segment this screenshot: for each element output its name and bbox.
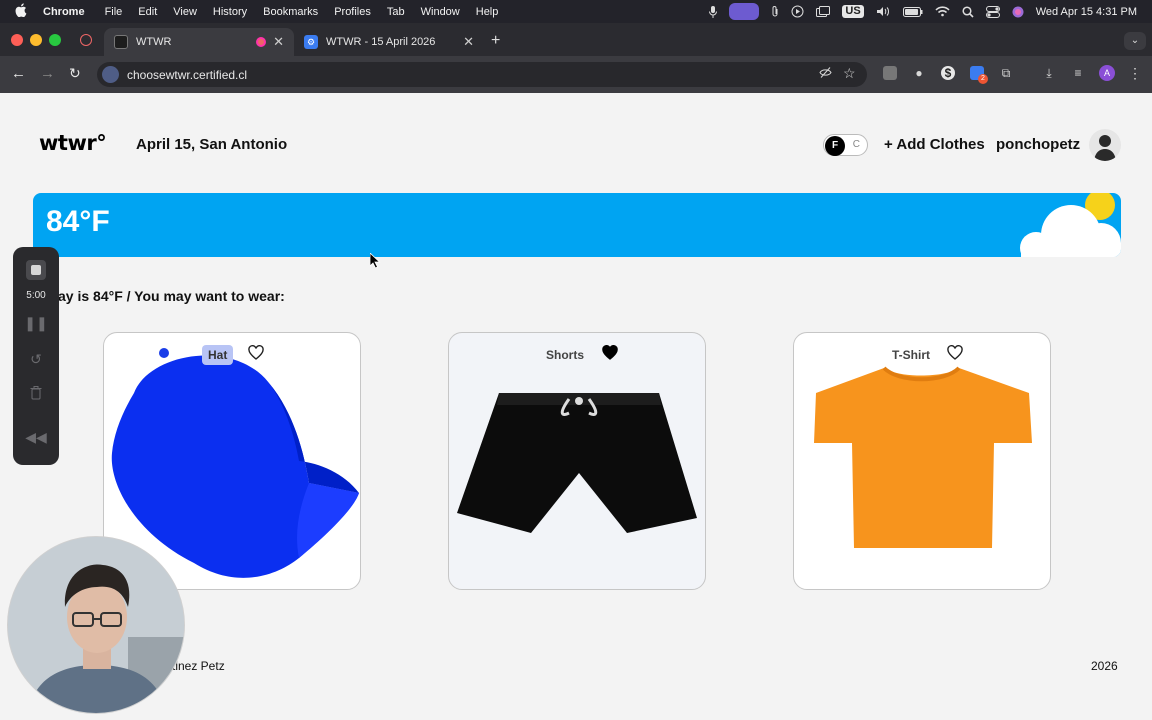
- window-zoom-button[interactable]: [49, 34, 61, 46]
- paperclip-icon[interactable]: [771, 5, 779, 18]
- macos-menubar: Chrome File Edit View History Bookmarks …: [0, 0, 1152, 23]
- download-icon[interactable]: ⤓: [1042, 66, 1056, 80]
- trash-icon[interactable]: [13, 386, 59, 403]
- back-icon[interactable]: ←: [11, 65, 26, 82]
- site-info-icon[interactable]: [102, 66, 119, 83]
- restart-icon[interactable]: ↺: [13, 351, 59, 368]
- like-heart-icon[interactable]: [248, 345, 264, 361]
- app-menu-chrome[interactable]: Chrome: [43, 6, 85, 18]
- tab-wtwr[interactable]: WTWR ✕: [104, 28, 294, 56]
- liked-heart-icon[interactable]: [602, 345, 618, 361]
- menu-tab[interactable]: Tab: [387, 6, 405, 18]
- siri-icon[interactable]: [1012, 6, 1024, 18]
- puzzle-extensions-icon[interactable]: ⧉: [999, 66, 1013, 80]
- shorts-image: [457, 393, 697, 533]
- tab-wtwr-date[interactable]: ⚙ WTWR - 15 April 2026 ✕: [294, 28, 484, 56]
- apple-menu-icon[interactable]: [15, 3, 29, 20]
- recording-timer: 5:00: [26, 290, 46, 301]
- menu-history[interactable]: History: [213, 6, 247, 18]
- tab-search-chevron-icon[interactable]: ⌄: [1124, 32, 1146, 50]
- weather-temperature: 84°F: [46, 205, 110, 238]
- presenter-webcam-feed: [8, 537, 184, 713]
- tab-title: WTWR: [136, 36, 172, 48]
- bookmark-star-icon[interactable]: ☆: [843, 65, 856, 82]
- eye-slash-icon[interactable]: [819, 66, 832, 82]
- clothing-suggestion-heading: ay is 84°F / You may want to wear:: [58, 288, 285, 304]
- recording-dot-icon: [256, 37, 266, 47]
- volume-icon[interactable]: [876, 6, 891, 17]
- menu-file[interactable]: File: [105, 6, 123, 18]
- menu-help[interactable]: Help: [476, 6, 499, 18]
- menubar-clock[interactable]: Wed Apr 15 4:31 PM: [1036, 6, 1137, 18]
- screen-recording-icon[interactable]: [729, 3, 760, 20]
- menu-window[interactable]: Window: [421, 6, 460, 18]
- like-heart-icon[interactable]: [947, 345, 963, 361]
- tshirt-image: [814, 366, 1032, 548]
- user-avatar[interactable]: [1089, 129, 1121, 161]
- screen-recorder-widget: 5:00 ❚❚ ↺ ◀◀: [13, 247, 59, 465]
- menu-bookmarks[interactable]: Bookmarks: [263, 6, 318, 18]
- tab-recording-icon: [80, 34, 92, 46]
- profile-avatar[interactable]: A: [1099, 65, 1115, 81]
- forward-icon[interactable]: →: [40, 65, 55, 82]
- add-clothes-button[interactable]: + Add Clothes: [884, 136, 985, 153]
- window-minimize-button[interactable]: [30, 34, 42, 46]
- stop-recording-button[interactable]: [26, 260, 46, 280]
- spotlight-search-icon[interactable]: [962, 5, 974, 18]
- extension-notification-badge: 2: [978, 74, 988, 84]
- toggle-celsius[interactable]: C: [853, 139, 860, 150]
- card-label: Shorts: [546, 348, 585, 362]
- window-switch-icon[interactable]: [816, 6, 831, 17]
- username[interactable]: ponchopetz: [996, 136, 1080, 153]
- browser-toolbar: ← → ↻ choosewtwr.certified.cl ☆ ● $ 2 ⧉ …: [0, 56, 1152, 93]
- shield-extension-icon[interactable]: ●: [912, 66, 926, 80]
- dollar-extension-icon[interactable]: $: [941, 66, 955, 80]
- media-controls-icon[interactable]: ≡: [1071, 66, 1085, 80]
- input-source-indicator[interactable]: US: [842, 5, 864, 18]
- mouse-cursor-icon: [370, 253, 381, 269]
- control-center-icon[interactable]: [985, 5, 1000, 18]
- close-tab-icon[interactable]: ✕: [463, 34, 474, 50]
- window-close-button[interactable]: [11, 34, 23, 46]
- reload-icon[interactable]: ↻: [69, 65, 81, 82]
- settings-favicon-icon: ⚙: [304, 35, 318, 49]
- new-tab-icon[interactable]: +: [491, 32, 500, 50]
- toggle-fahrenheit[interactable]: F: [825, 136, 845, 156]
- temperature-unit-toggle[interactable]: F C: [823, 134, 868, 156]
- weather-card: 84°F: [33, 193, 1121, 257]
- browser-tab-strip: WTWR ✕ ⚙ WTWR - 15 April 2026 ✕ + ⌄: [0, 23, 1152, 56]
- clothing-card-tshirt[interactable]: T-Shirt: [793, 332, 1051, 590]
- microphone-icon[interactable]: [709, 5, 718, 18]
- footer-year: 2026: [1091, 659, 1118, 673]
- chrome-menu-icon[interactable]: ⋮: [1128, 66, 1142, 80]
- clothing-card-shorts[interactable]: Shorts: [448, 332, 706, 590]
- card-label: T-Shirt: [892, 348, 930, 362]
- play-circle-icon[interactable]: [791, 5, 804, 18]
- close-tab-icon[interactable]: ✕: [273, 34, 284, 50]
- wtwr-logo[interactable]: wtwr°: [39, 131, 107, 155]
- card-label: Hat: [202, 345, 234, 365]
- pause-icon[interactable]: ❚❚: [13, 315, 59, 332]
- wtwr-favicon-icon: [114, 35, 128, 49]
- date-location: April 15, San Antonio: [136, 136, 288, 153]
- address-bar[interactable]: choosewtwr.certified.cl ☆: [97, 62, 867, 87]
- rewind-icon[interactable]: ◀◀: [13, 429, 59, 446]
- tab-title: WTWR - 15 April 2026: [326, 36, 436, 48]
- menu-edit[interactable]: Edit: [138, 6, 157, 18]
- webcam-overlay: [7, 536, 185, 714]
- url-text[interactable]: choosewtwr.certified.cl: [127, 68, 247, 82]
- extension-icon[interactable]: [883, 66, 897, 80]
- menu-view[interactable]: View: [173, 6, 197, 18]
- menu-profiles[interactable]: Profiles: [334, 6, 371, 18]
- sun-cloud-icon: [1020, 193, 1121, 257]
- wifi-icon[interactable]: [935, 6, 950, 17]
- battery-icon[interactable]: [902, 6, 923, 17]
